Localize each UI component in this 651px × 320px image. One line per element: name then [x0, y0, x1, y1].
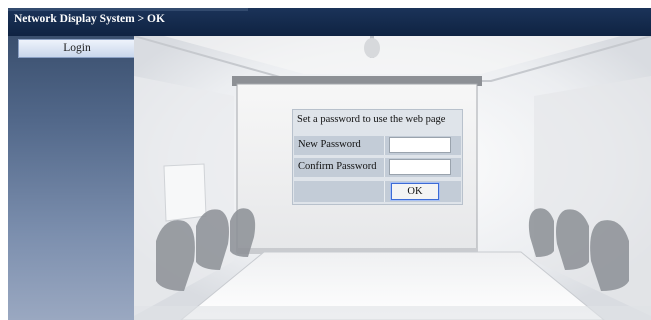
- new-password-input[interactable]: [389, 137, 451, 153]
- row-divider: [384, 158, 385, 177]
- header-bar: Network Display System > OK: [8, 8, 651, 36]
- browser-page: Network Display System > OK Login Set a …: [0, 0, 651, 320]
- confirm-password-row: Confirm Password: [294, 158, 461, 177]
- row-divider: [384, 136, 385, 155]
- ok-button[interactable]: OK: [391, 183, 439, 200]
- confirm-password-label: Confirm Password: [298, 161, 377, 172]
- confirm-password-input[interactable]: [389, 159, 451, 175]
- page-title: Network Display System > OK: [14, 13, 165, 25]
- header-highlight: [8, 8, 248, 11]
- dialog-title: Set a password to use the web page: [297, 114, 446, 125]
- new-password-label: New Password: [298, 139, 361, 150]
- new-password-row: New Password: [294, 136, 461, 155]
- sidebar-item-login[interactable]: Login: [18, 39, 136, 58]
- set-password-dialog: Set a password to use the web page New P…: [292, 109, 463, 205]
- sidebar: Login: [8, 36, 136, 320]
- button-row: OK: [294, 181, 461, 202]
- row-divider: [384, 181, 385, 202]
